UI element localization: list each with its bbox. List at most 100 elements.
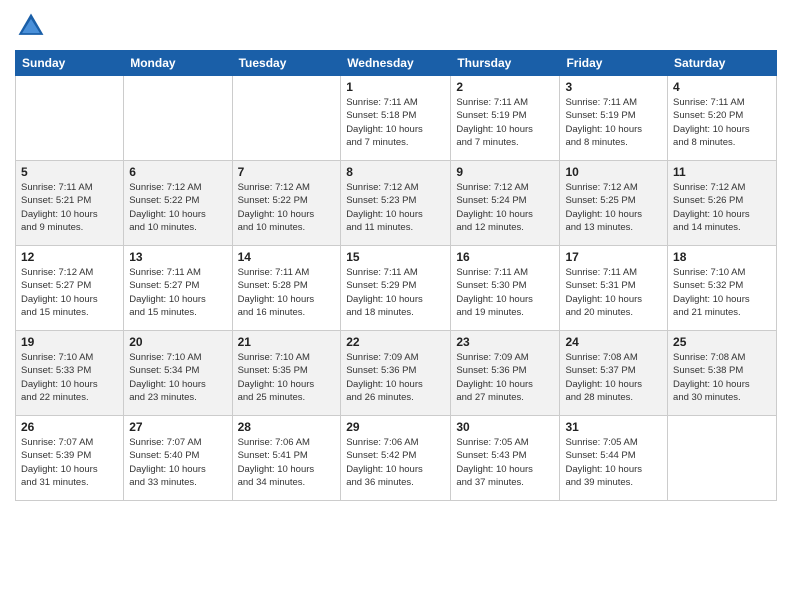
calendar-day-8: 8 Sunrise: 7:12 AMSunset: 5:23 PMDaylight… [341,161,451,246]
calendar-header-row: SundayMondayTuesdayWednesdayThursdayFrid… [16,51,777,76]
col-header-saturday: Saturday [668,51,777,76]
day-number: 15 [346,250,445,264]
day-info: Sunrise: 7:12 AMSunset: 5:22 PMDaylight:… [129,181,226,234]
day-number: 29 [346,420,445,434]
day-number: 2 [456,80,554,94]
day-number: 24 [565,335,662,349]
day-number: 14 [238,250,336,264]
calendar-day-7: 7Sunrise: 7:12 AMSunset: 5:22 PMDaylight… [232,161,341,246]
col-header-tuesday: Tuesday [232,51,341,76]
day-number: 19 [21,335,118,349]
calendar-day-1: 1 Sunrise: 7:11 AMSunset: 5:18 PMDaylight… [341,76,451,161]
day-info: Sunrise: 7:12 AMSunset: 5:23 PMDaylight:… [346,181,445,234]
calendar-day-15: 15 Sunrise: 7:11 AMSunset: 5:29 PMDayligh… [341,246,451,331]
calendar-day-29: 29 Sunrise: 7:06 AMSunset: 5:42 PMDayligh… [341,416,451,501]
day-info: Sunrise: 7:11 AMSunset: 5:20 PMDaylight:… [673,96,771,149]
day-number: 4 [673,80,771,94]
col-header-thursday: Thursday [451,51,560,76]
calendar-day-30: 30Sunrise: 7:05 AMSunset: 5:43 PMDayligh… [451,416,560,501]
day-number: 6 [129,165,226,179]
day-info: Sunrise: 7:10 AMSunset: 5:33 PMDaylight:… [21,351,118,404]
day-info: Sunrise: 7:10 AMSunset: 5:35 PMDaylight:… [238,351,336,404]
calendar-day-11: 11 Sunrise: 7:12 AMSunset: 5:26 PMDayligh… [668,161,777,246]
day-info: Sunrise: 7:09 AMSunset: 5:36 PMDaylight:… [456,351,554,404]
calendar-week-row: 1 Sunrise: 7:11 AMSunset: 5:18 PMDaylight… [16,76,777,161]
calendar-day-4: 4 Sunrise: 7:11 AMSunset: 5:20 PMDaylight… [668,76,777,161]
day-info: Sunrise: 7:11 AMSunset: 5:28 PMDaylight:… [238,266,336,319]
calendar-day-22: 22 Sunrise: 7:09 AMSunset: 5:36 PMDayligh… [341,331,451,416]
day-info: Sunrise: 7:12 AMSunset: 5:22 PMDaylight:… [238,181,336,234]
calendar-day-12: 12Sunrise: 7:12 AMSunset: 5:27 PMDayligh… [16,246,124,331]
day-number: 16 [456,250,554,264]
day-number: 20 [129,335,226,349]
calendar-day-31: 31 Sunrise: 7:05 AMSunset: 5:44 PMDayligh… [560,416,668,501]
calendar-empty-cell [232,76,341,161]
day-info: Sunrise: 7:09 AMSunset: 5:36 PMDaylight:… [346,351,445,404]
col-header-wednesday: Wednesday [341,51,451,76]
logo [15,10,51,42]
day-number: 13 [129,250,226,264]
calendar-empty-cell [16,76,124,161]
logo-icon [15,10,47,42]
day-number: 18 [673,250,771,264]
day-number: 3 [565,80,662,94]
day-info: Sunrise: 7:11 AMSunset: 5:19 PMDaylight:… [565,96,662,149]
day-info: Sunrise: 7:12 AMSunset: 5:26 PMDaylight:… [673,181,771,234]
calendar-day-3: 3 Sunrise: 7:11 AMSunset: 5:19 PMDaylight… [560,76,668,161]
calendar-day-28: 28Sunrise: 7:06 AMSunset: 5:41 PMDayligh… [232,416,341,501]
day-info: Sunrise: 7:06 AMSunset: 5:42 PMDaylight:… [346,436,445,489]
day-info: Sunrise: 7:08 AMSunset: 5:37 PMDaylight:… [565,351,662,404]
day-info: Sunrise: 7:11 AMSunset: 5:31 PMDaylight:… [565,266,662,319]
day-info: Sunrise: 7:05 AMSunset: 5:44 PMDaylight:… [565,436,662,489]
calendar-day-19: 19 Sunrise: 7:10 AMSunset: 5:33 PMDayligh… [16,331,124,416]
calendar-day-18: 18 Sunrise: 7:10 AMSunset: 5:32 PMDayligh… [668,246,777,331]
day-number: 25 [673,335,771,349]
day-number: 5 [21,165,118,179]
day-info: Sunrise: 7:11 AMSunset: 5:18 PMDaylight:… [346,96,445,149]
calendar-day-16: 16Sunrise: 7:11 AMSunset: 5:30 PMDayligh… [451,246,560,331]
calendar-day-14: 14 Sunrise: 7:11 AMSunset: 5:28 PMDayligh… [232,246,341,331]
calendar-table: SundayMondayTuesdayWednesdayThursdayFrid… [15,50,777,501]
header [15,10,777,42]
calendar-week-row: 5Sunrise: 7:11 AMSunset: 5:21 PMDaylight… [16,161,777,246]
calendar-day-10: 10 Sunrise: 7:12 AMSunset: 5:25 PMDayligh… [560,161,668,246]
day-number: 26 [21,420,118,434]
calendar-day-27: 27Sunrise: 7:07 AMSunset: 5:40 PMDayligh… [124,416,232,501]
day-number: 21 [238,335,336,349]
calendar-day-25: 25Sunrise: 7:08 AMSunset: 5:38 PMDayligh… [668,331,777,416]
calendar-day-2: 2 Sunrise: 7:11 AMSunset: 5:19 PMDaylight… [451,76,560,161]
calendar-day-23: 23Sunrise: 7:09 AMSunset: 5:36 PMDayligh… [451,331,560,416]
calendar-week-row: 19 Sunrise: 7:10 AMSunset: 5:33 PMDayligh… [16,331,777,416]
calendar-day-13: 13Sunrise: 7:11 AMSunset: 5:27 PMDayligh… [124,246,232,331]
calendar-day-26: 26 Sunrise: 7:07 AMSunset: 5:39 PMDayligh… [16,416,124,501]
page: SundayMondayTuesdayWednesdayThursdayFrid… [0,0,792,612]
calendar-day-5: 5Sunrise: 7:11 AMSunset: 5:21 PMDaylight… [16,161,124,246]
day-info: Sunrise: 7:10 AMSunset: 5:34 PMDaylight:… [129,351,226,404]
day-info: Sunrise: 7:10 AMSunset: 5:32 PMDaylight:… [673,266,771,319]
day-number: 11 [673,165,771,179]
day-number: 9 [456,165,554,179]
col-header-friday: Friday [560,51,668,76]
day-info: Sunrise: 7:07 AMSunset: 5:40 PMDaylight:… [129,436,226,489]
day-info: Sunrise: 7:07 AMSunset: 5:39 PMDaylight:… [21,436,118,489]
day-number: 1 [346,80,445,94]
day-number: 10 [565,165,662,179]
day-number: 17 [565,250,662,264]
day-info: Sunrise: 7:12 AMSunset: 5:25 PMDaylight:… [565,181,662,234]
calendar-day-24: 24 Sunrise: 7:08 AMSunset: 5:37 PMDayligh… [560,331,668,416]
calendar-day-20: 20 Sunrise: 7:10 AMSunset: 5:34 PMDayligh… [124,331,232,416]
calendar-day-9: 9 Sunrise: 7:12 AMSunset: 5:24 PMDaylight… [451,161,560,246]
calendar-week-row: 12Sunrise: 7:12 AMSunset: 5:27 PMDayligh… [16,246,777,331]
day-number: 31 [565,420,662,434]
calendar-day-21: 21 Sunrise: 7:10 AMSunset: 5:35 PMDayligh… [232,331,341,416]
day-number: 28 [238,420,336,434]
day-number: 22 [346,335,445,349]
col-header-sunday: Sunday [16,51,124,76]
calendar-day-6: 6 Sunrise: 7:12 AMSunset: 5:22 PMDaylight… [124,161,232,246]
day-info: Sunrise: 7:12 AMSunset: 5:24 PMDaylight:… [456,181,554,234]
day-info: Sunrise: 7:11 AMSunset: 5:19 PMDaylight:… [456,96,554,149]
day-number: 8 [346,165,445,179]
col-header-monday: Monday [124,51,232,76]
day-number: 12 [21,250,118,264]
day-info: Sunrise: 7:11 AMSunset: 5:29 PMDaylight:… [346,266,445,319]
